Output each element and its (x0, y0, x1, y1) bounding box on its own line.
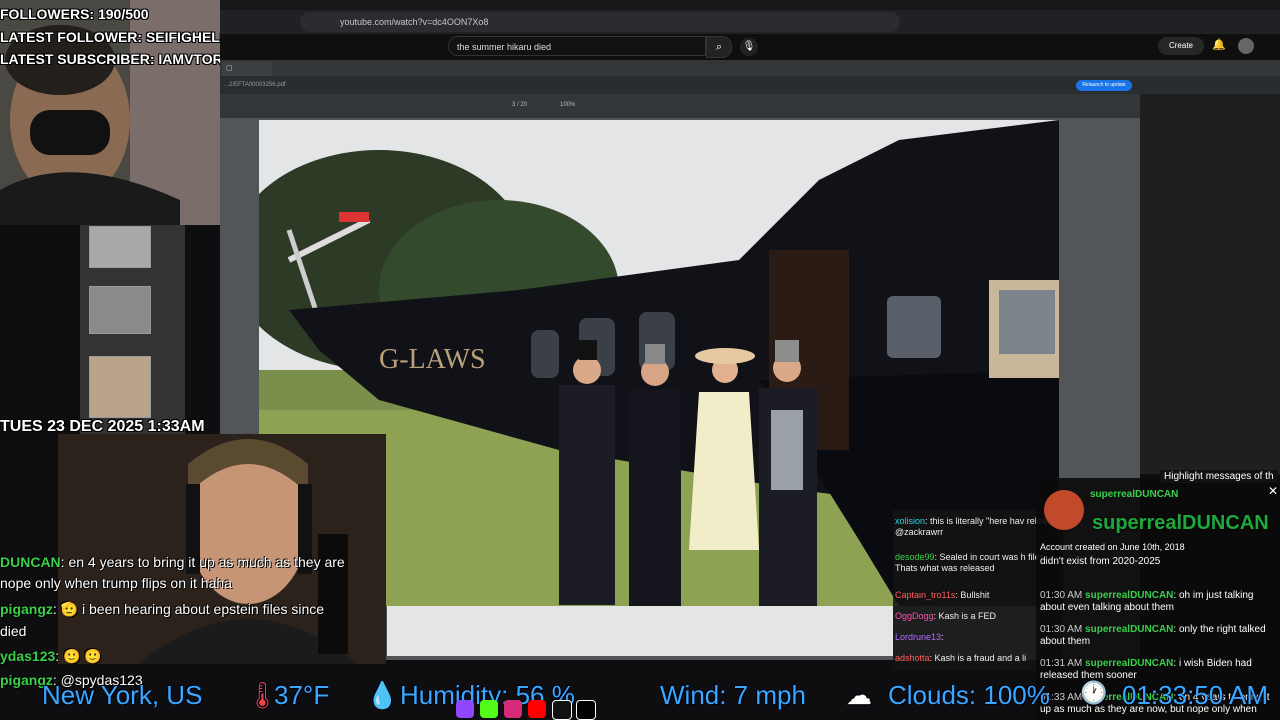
highlight-username[interactable]: superrealDUNCAN (1090, 489, 1178, 500)
browser-tabstrip (220, 0, 1280, 10)
weather-wind: Wind: 7 mph (660, 680, 806, 710)
bell-icon[interactable]: 🔔 (1212, 38, 1226, 51)
account-created: Account created on June 10th, 2018 (1040, 542, 1185, 552)
avatar (1044, 490, 1084, 530)
highlight-banner: Highlight messages of th (1160, 470, 1278, 483)
search-input[interactable]: the summer hikaru died (448, 36, 706, 56)
avatar[interactable] (1238, 38, 1254, 54)
chat-message: nope only when trump flips on it haha (0, 575, 232, 591)
search-icon[interactable]: ⌕ (706, 36, 732, 58)
document-page-2 (387, 606, 893, 656)
chat-message: DUNCAN: en 4 years to bring it up as muc… (0, 554, 345, 570)
tiktok-icon (552, 700, 572, 720)
chat-message: 01:30 AM superrealDUNCAN: oh im just tal… (1040, 590, 1254, 613)
helicopter-registration: G-LAWS (379, 344, 486, 375)
twitch-icon (456, 700, 474, 718)
page-thumbnail[interactable] (89, 226, 151, 268)
pdf-right-panel (1140, 94, 1280, 474)
page-thumbnail[interactable] (89, 356, 151, 418)
microphone-icon[interactable]: 🎙 (740, 38, 758, 56)
chat-message: didn't exist from 2020-2025 (1040, 556, 1161, 567)
droplet-icon: 💧 (366, 680, 399, 710)
weather-clock: 01:33:50 AM (1122, 680, 1268, 710)
kick-icon (480, 700, 498, 718)
pdf-tabbar (220, 60, 1280, 76)
youtube-icon (528, 700, 546, 718)
highlight-username-large: superrealDUNCAN (1092, 512, 1269, 534)
social-icons (456, 700, 616, 720)
instagram-icon (504, 700, 522, 718)
chat-message: pigangz: 🫡 i been hearing about epstein … (0, 601, 325, 617)
x-icon (576, 700, 596, 720)
clock-icon: 🕐 (1080, 680, 1108, 705)
cloud-icon: ☁ (846, 680, 872, 710)
weather-clouds: Clouds: 100% (888, 680, 1050, 710)
streamer-webcam-top: FOLLOWERS: 190/500 LATEST FOLLOWER: SEIF… (0, 0, 220, 225)
relaunch-button[interactable]: Relaunch to update (1076, 80, 1132, 91)
chat-message: died (0, 623, 27, 639)
chat-message: 01:31 AM superrealDUNCAN: i wish Biden h… (1040, 658, 1252, 681)
weather-location: New York, US (42, 680, 203, 710)
latest-subscriber: LATEST SUBSCRIBER: IAMVTOR (0, 51, 220, 67)
pdf-tab[interactable]: ▢ (222, 62, 272, 76)
left-chat-overlay: DUNCAN: en 4 years to bring it up as muc… (0, 550, 390, 690)
page-indicator[interactable]: 3 / 20 (512, 102, 527, 108)
weather-temperature: 37°F (274, 680, 330, 710)
pdf-toolbar (220, 94, 1280, 118)
followers-count: FOLLOWERS: 190/500 (0, 6, 149, 22)
page-thumbnail[interactable] (89, 286, 151, 334)
zoom-level[interactable]: 100% (560, 102, 575, 108)
latest-follower: LATEST FOLLOWER: SEIFIGHELI (0, 29, 220, 45)
create-button[interactable]: Create (1158, 37, 1204, 55)
address-bar[interactable]: youtube.com/watch?v=dc4OON7Xo8 (300, 12, 900, 32)
chat-message: 01:30 AM superrealDUNCAN: only the right… (1040, 624, 1266, 647)
chat-message: ydas123: 🙂 🙂 (0, 648, 102, 664)
close-icon[interactable]: ✕ (1268, 484, 1278, 498)
